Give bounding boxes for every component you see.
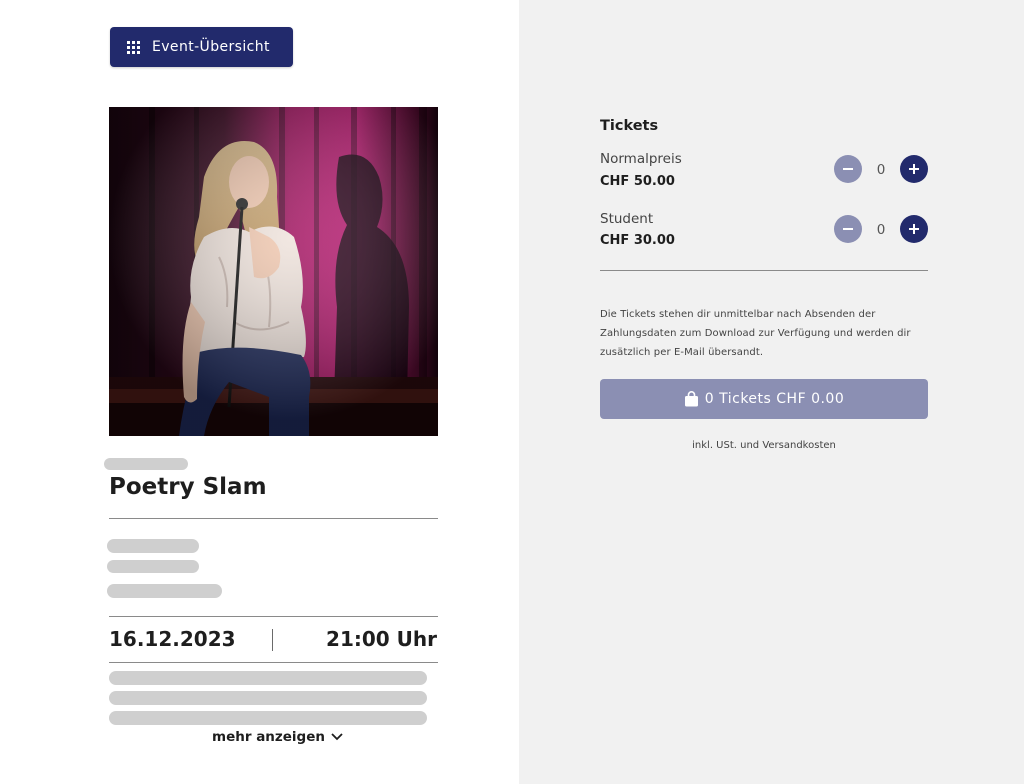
event-overview-label: Event-Übersicht <box>152 39 270 55</box>
detail-placeholder-line <box>107 560 199 573</box>
grid-icon <box>127 40 140 54</box>
description-placeholder-line <box>109 711 427 725</box>
event-detail-panel: Event-Übersicht Poetry Slam 16.12.2023 2… <box>0 0 519 784</box>
detail-placeholder-line <box>107 584 222 598</box>
date-top-divider <box>109 616 438 617</box>
ticket-quantity: 0 <box>876 162 886 178</box>
chevron-down-icon <box>331 733 343 741</box>
description-placeholder-line <box>109 691 427 705</box>
date-time-separator <box>272 629 273 651</box>
show-more-button[interactable]: mehr anzeigen <box>212 729 343 745</box>
tickets-heading: Tickets <box>600 118 659 134</box>
minus-icon <box>843 168 853 170</box>
price-note: inkl. USt. und Versandkosten <box>692 440 836 451</box>
plus-icon <box>909 164 919 174</box>
decrease-quantity-button[interactable] <box>834 215 862 243</box>
event-image <box>109 107 438 436</box>
detail-placeholder-line <box>107 539 199 553</box>
title-divider <box>109 518 438 519</box>
event-title: Poetry Slam <box>109 474 267 500</box>
increase-quantity-button[interactable] <box>900 155 928 183</box>
shopping-bag-icon <box>684 391 698 407</box>
ticket-price: CHF 30.00 <box>600 233 675 248</box>
category-placeholder <box>104 458 188 470</box>
event-date: 16.12.2023 <box>109 627 236 651</box>
event-overview-button[interactable]: Event-Übersicht <box>110 27 293 67</box>
description-placeholder-line <box>109 671 427 685</box>
ticket-name: Normalpreis <box>600 151 682 167</box>
ticket-quantity: 0 <box>876 222 886 238</box>
ticket-price: CHF 50.00 <box>600 174 675 189</box>
checkout-button[interactable]: 0 Tickets CHF 0.00 <box>600 379 928 419</box>
event-time: 21:00 Uhr <box>326 627 437 651</box>
plus-icon <box>909 224 919 234</box>
checkout-button-label: 0 Tickets CHF 0.00 <box>704 391 845 407</box>
date-bottom-divider <box>109 662 438 663</box>
show-more-label: mehr anzeigen <box>212 729 325 745</box>
ticket-delivery-info: Die Tickets stehen dir unmittelbar nach … <box>600 309 911 358</box>
tickets-divider <box>600 270 928 271</box>
minus-icon <box>843 228 853 230</box>
ticket-name: Student <box>600 211 654 227</box>
decrease-quantity-button[interactable] <box>834 155 862 183</box>
increase-quantity-button[interactable] <box>900 215 928 243</box>
